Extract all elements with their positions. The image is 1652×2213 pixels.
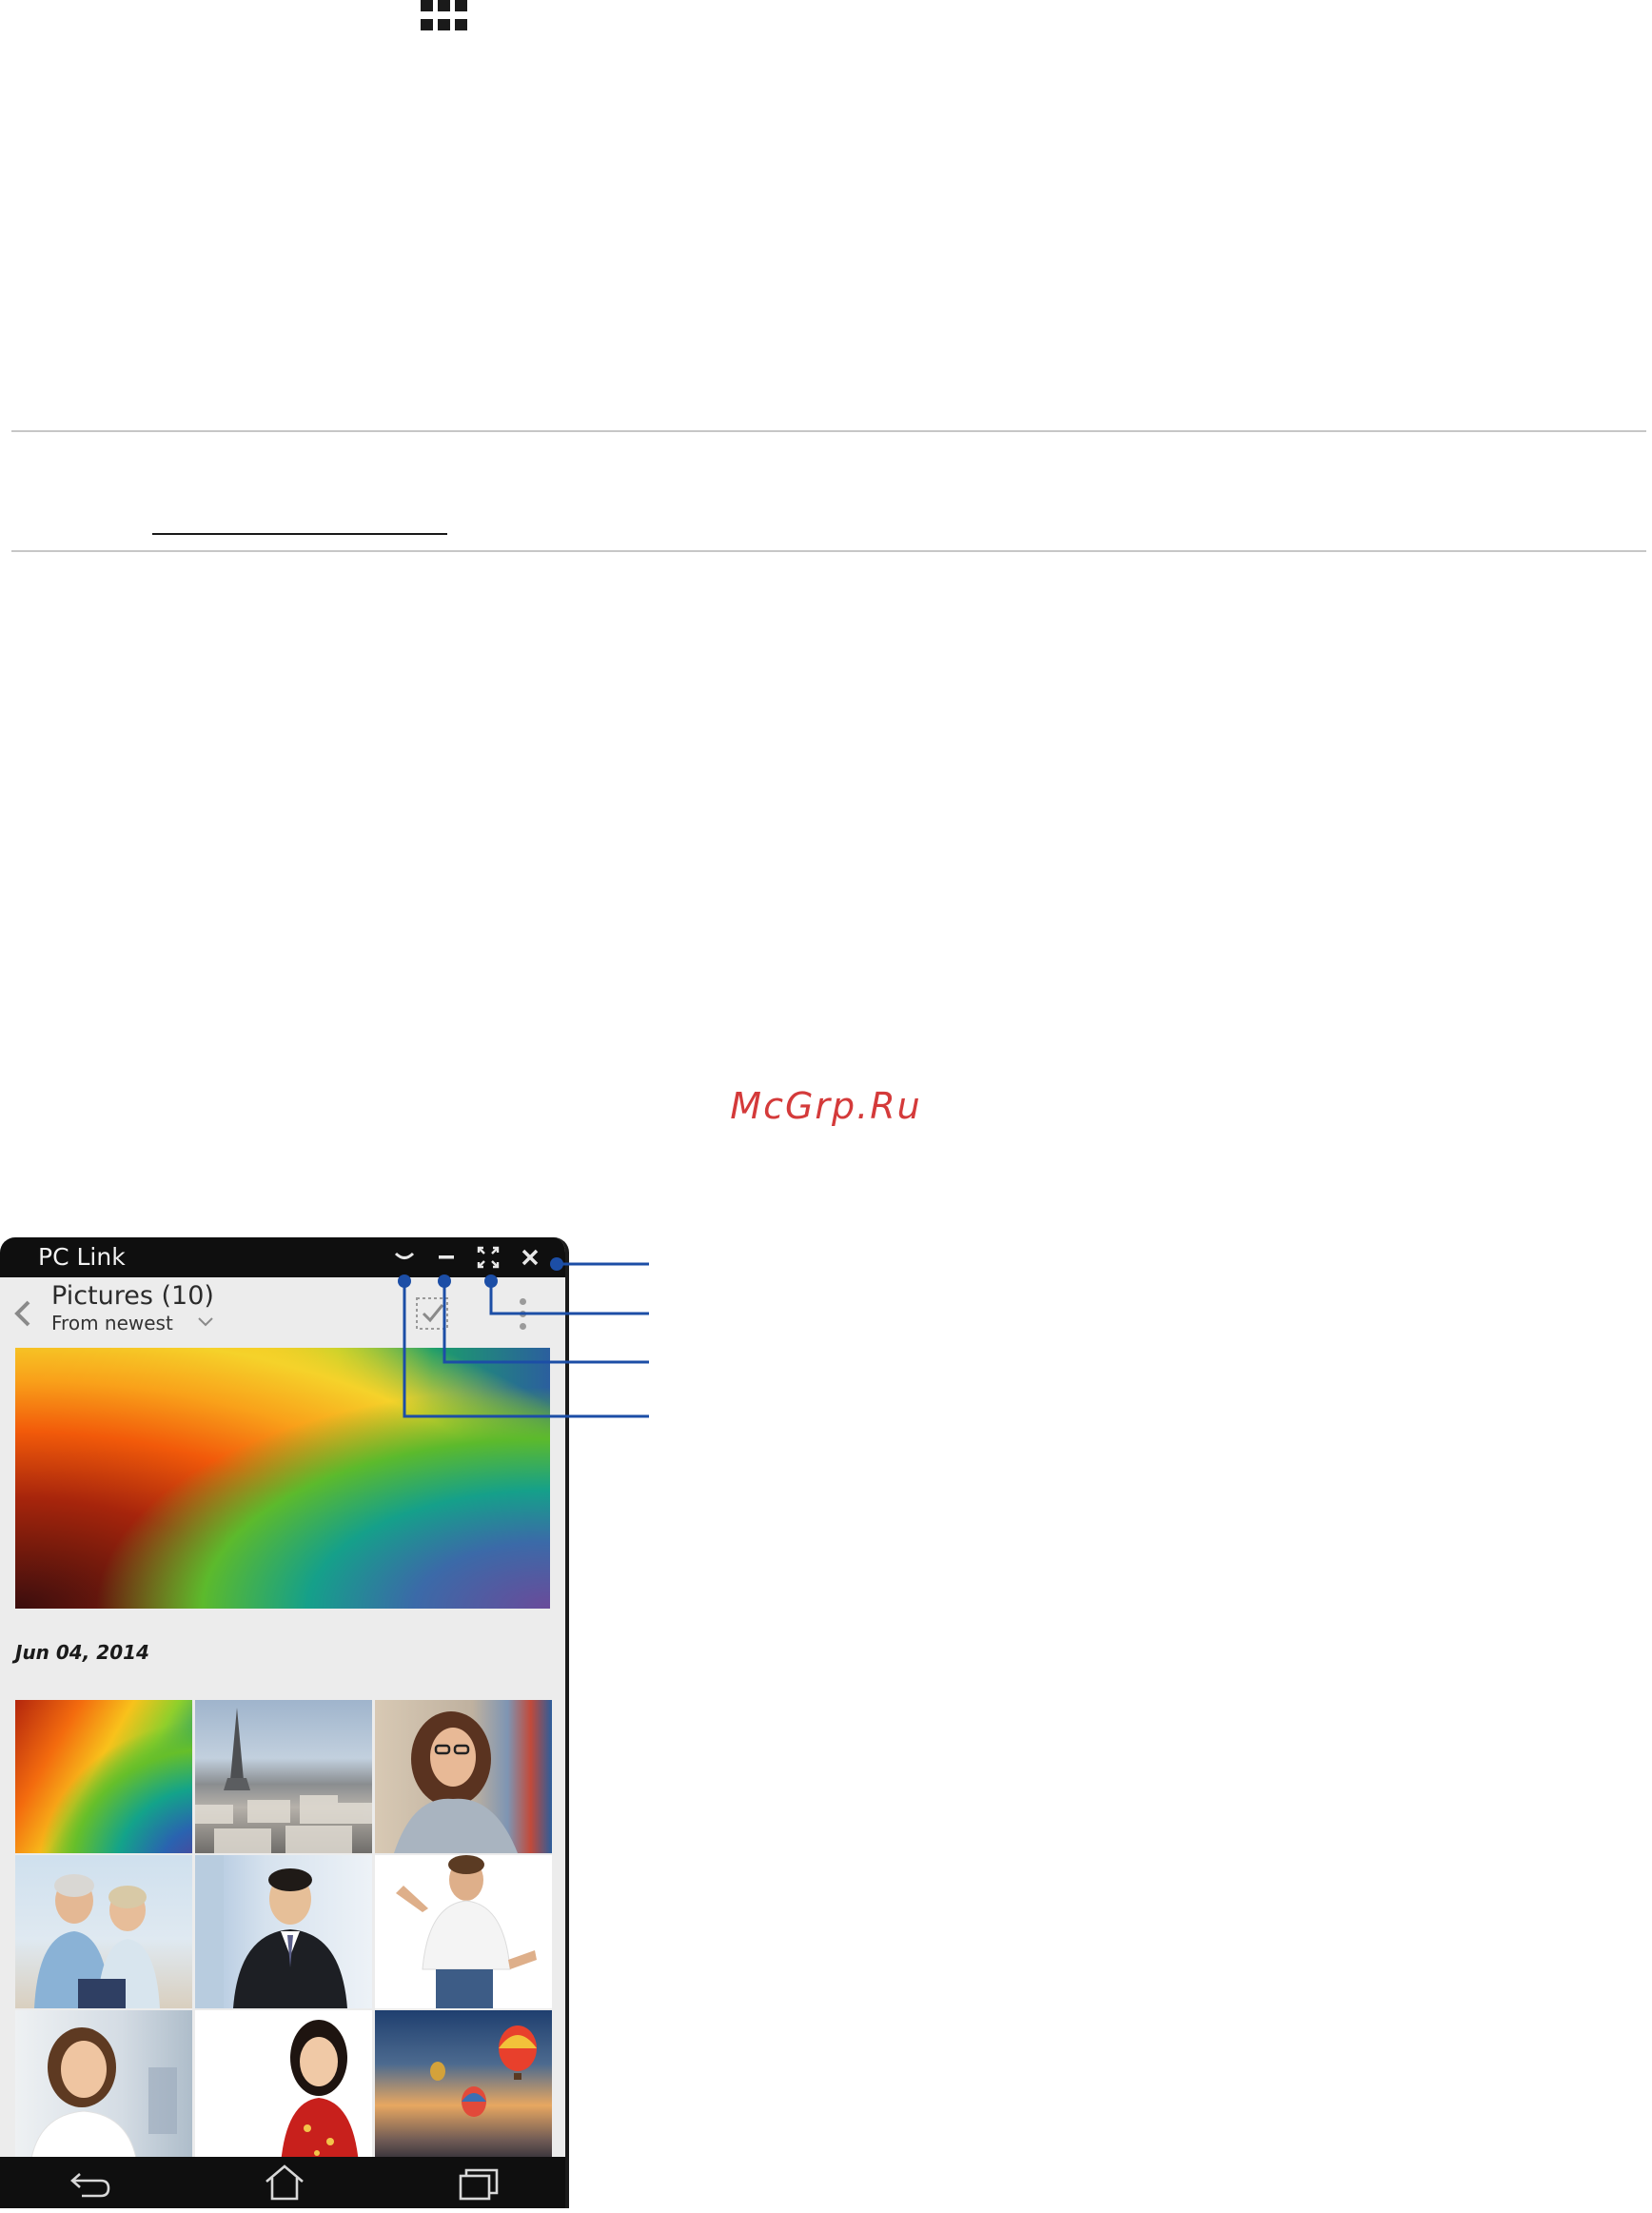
callout-dot-hide — [398, 1274, 411, 1288]
callout-dot-close — [550, 1257, 563, 1271]
callout-lines — [398, 1257, 649, 1418]
callout-dot-fullscreen — [484, 1274, 498, 1288]
callout-dot-minimize — [438, 1274, 451, 1288]
